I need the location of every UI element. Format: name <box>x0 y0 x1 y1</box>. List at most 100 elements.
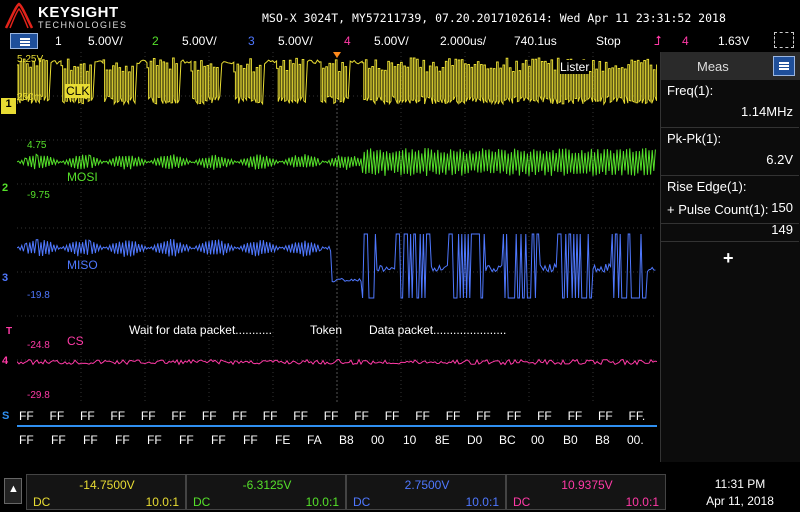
serial-decode: FF FF FF FF FF FF FF FF FF FF FF FF FF FF FF FF FF FF FF FF… <box>17 409 657 447</box>
serial-byte: 00 <box>371 433 385 447</box>
ch4-scale[interactable]: 5.00V/ <box>374 34 409 48</box>
serial-byte: FF <box>232 409 247 423</box>
serial-byte: FF <box>476 409 491 423</box>
measurement-pkpk[interactable]: Pk-Pk(1): 6.2V <box>661 128 799 176</box>
serial-byte: B8 <box>595 433 610 447</box>
footer: ▲ -14.7500V DC 10.0:1 -6.3125V DC 10.0:1… <box>0 470 800 512</box>
measurement-name: + Pulse Count(1): <box>667 202 769 217</box>
ch1-number[interactable]: 1 <box>55 34 62 48</box>
ch3-scale[interactable]: 5.00V/ <box>278 34 313 48</box>
ch1-ground-marker[interactable]: 1 <box>1 98 16 114</box>
serial-byte: FF <box>171 409 186 423</box>
serial-byte: D0 <box>467 433 483 447</box>
trigger-source[interactable]: 4 <box>682 34 689 48</box>
serial-bus-marker[interactable]: S <box>2 410 9 422</box>
trigger-level[interactable]: 1.63V <box>718 34 749 48</box>
serial-byte: FF <box>147 433 162 447</box>
miso-trace <box>17 233 656 299</box>
waveform-canvas: FF FF FF FF FF FF FF FF FF FF FF FF FF FF FF FF FF FF FF FF… <box>17 52 657 447</box>
ch1-coupling: DC <box>33 495 51 509</box>
serial-byte: FF <box>110 409 125 423</box>
ch2-offset-box[interactable]: -6.3125V DC 10.0:1 <box>186 474 346 510</box>
mosi-label: MOSI <box>67 170 98 184</box>
ch4-offset-box[interactable]: 10.9375V DC 10.0:1 <box>506 474 666 510</box>
ref-mosi-top: 4.75 <box>27 140 47 151</box>
run-state[interactable]: Stop <box>596 34 621 48</box>
measurement-name: Rise Edge(1): <box>667 179 747 194</box>
serial-byte: FF <box>115 433 130 447</box>
serial-byte: FF <box>141 409 156 423</box>
serial-byte: FF <box>385 409 400 423</box>
waveform-display[interactable]: FF FF FF FF FF FF FF FF FF FF FF FF FF FF FF FF FF FF FF FF… <box>17 52 657 456</box>
serial-byte: FF <box>211 433 226 447</box>
main-menu-button[interactable] <box>10 33 38 49</box>
keysight-logo-icon <box>4 2 34 29</box>
mosi-trace <box>17 147 656 177</box>
cs-label: CS <box>67 334 84 348</box>
ch2-coupling: DC <box>193 495 211 509</box>
add-measurement-button[interactable]: + <box>723 248 734 269</box>
ch4-ground-marker[interactable]: 4 <box>2 355 8 367</box>
annotation-token: Token <box>310 323 343 337</box>
ch3-ground-marker[interactable]: 3 <box>2 272 8 284</box>
serial-byte: FF <box>51 433 66 447</box>
ch4-probe: 10.0:1 <box>625 495 659 509</box>
ch2-scale[interactable]: 5.00V/ <box>182 34 217 48</box>
measurement-name: Freq(1): <box>667 83 714 98</box>
serial-byte: FF <box>263 409 278 423</box>
keysight-logo: KEYSIGHT TECHNOLOGIES <box>4 2 144 30</box>
ch4-offset-value: 10.9375V <box>561 478 613 492</box>
ch3-offset-box[interactable]: 2.7500V DC 10.0:1 <box>346 474 506 510</box>
capture-icon[interactable] <box>774 32 794 48</box>
serial-byte: 00 <box>531 433 545 447</box>
measurement-pulse-count[interactable]: + Pulse Count(1): 149 <box>661 202 799 242</box>
measurement-name: Pk-Pk(1): <box>667 131 722 146</box>
annotation-wait: Wait for data packet........... <box>129 323 272 337</box>
serial-byte: FF <box>19 409 34 423</box>
serial-byte: FF. <box>629 409 646 423</box>
serial-byte: 8E <box>435 433 450 447</box>
scroll-up-button[interactable]: ▲ <box>4 478 22 504</box>
serial-byte: BC <box>499 433 516 447</box>
ch2-number[interactable]: 2 <box>152 34 159 48</box>
ref-cs-top: -24.8 <box>27 340 50 351</box>
ch4-number[interactable]: 4 <box>344 34 351 48</box>
trigger-edge-icon[interactable]: ⮥ <box>654 33 662 49</box>
ch1-offset-value: -14.7500V <box>79 478 135 492</box>
ch1-scale[interactable]: 5.00V/ <box>88 34 123 48</box>
miso-label: MISO <box>67 258 98 272</box>
instrument-title: MSO-X 3024T, MY57211739, 07.20.201710261… <box>262 11 726 25</box>
serial-byte: FF <box>354 409 369 423</box>
serial-byte: B8 <box>339 433 354 447</box>
panel-header: Meas <box>661 52 800 80</box>
serial-byte: FE <box>275 433 290 447</box>
ch2-probe: 10.0:1 <box>305 495 339 509</box>
measurement-value: 6.2V <box>766 152 793 167</box>
clock-date: Apr 11, 2018 <box>706 494 774 508</box>
serial-byte: FA <box>307 433 322 447</box>
serial-byte: FF <box>50 409 65 423</box>
ch4-coupling: DC <box>513 495 531 509</box>
trigger-level-marker[interactable]: T <box>6 326 12 337</box>
ref-cs-low: -29.8 <box>27 390 50 401</box>
ref-clk-mid: 250m <box>17 92 43 103</box>
arrow-up-icon: ▲ <box>8 483 19 495</box>
timebase[interactable]: 2.000us/ <box>440 34 486 48</box>
annotation-data-packet: Data packet...................... <box>369 323 507 337</box>
ch2-ground-marker[interactable]: 2 <box>2 182 8 194</box>
serial-byte: FF <box>324 409 339 423</box>
ch3-probe: 10.0:1 <box>465 495 499 509</box>
logo-subtitle: TECHNOLOGIES <box>38 20 128 30</box>
ch1-offset-box[interactable]: -14.7500V DC 10.0:1 <box>26 474 186 510</box>
panel-menu-icon[interactable] <box>773 56 795 76</box>
lister-tab[interactable]: Lister <box>560 60 590 74</box>
ch3-number[interactable]: 3 <box>248 34 255 48</box>
serial-byte: FF <box>202 409 217 423</box>
delay[interactable]: 740.1us <box>514 34 557 48</box>
trigger-position-marker <box>333 52 341 58</box>
serial-byte: 00. <box>627 433 644 447</box>
serial-byte: FF <box>568 409 583 423</box>
logo-wordmark: KEYSIGHT <box>38 4 119 21</box>
serial-byte: FF <box>598 409 613 423</box>
measurement-freq[interactable]: Freq(1): 1.14MHz <box>661 80 799 128</box>
